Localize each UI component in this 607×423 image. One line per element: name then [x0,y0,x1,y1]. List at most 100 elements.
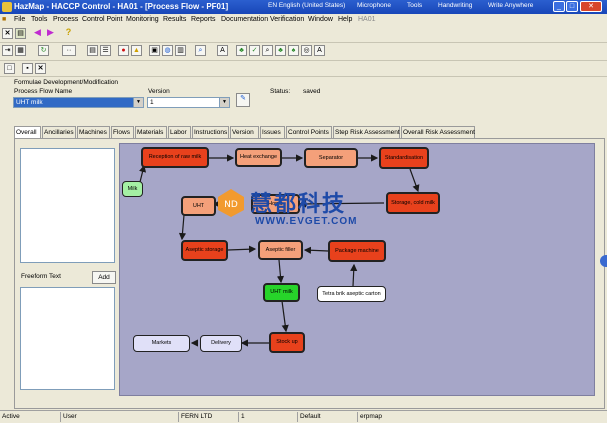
window-title: HazMap - HACCP Control - HA01 - [Process… [14,2,229,11]
status-profile: Default [297,412,358,422]
tab-flows[interactable]: Flows [111,126,134,138]
chevron-down-icon[interactable]: ▼ [219,98,229,107]
search-icon[interactable]: ⌕ [262,45,273,56]
menu-results[interactable]: Results [163,16,186,23]
node-milk[interactable]: Milk [122,181,143,197]
tree-alt-icon[interactable]: ♣ [275,45,286,56]
rotate-icon[interactable]: ↻ [38,45,49,56]
step-icon[interactable]: ⇥ [2,45,13,56]
node-uht[interactable]: UHT [181,196,216,216]
close-doc-icon[interactable]: ✕ [2,28,13,39]
menu-control-point[interactable]: Control Point [82,16,122,23]
handwriting-button[interactable]: Handwriting [438,2,472,12]
status-user: User [60,412,178,422]
node-aseptic-filler[interactable]: Aseptic filler [258,240,303,260]
menu-monitoring[interactable]: Monitoring [126,16,159,23]
node-delivery[interactable]: Delivery [200,335,242,352]
font-icon[interactable]: A [314,45,325,56]
tab-machines[interactable]: Machines [77,126,110,138]
layers-icon[interactable]: ▥ [175,45,186,56]
tab-step-risk-assessment[interactable]: Step Risk Assessment [333,126,400,138]
status-number: 1 [238,412,298,422]
status-bar: Active User FERN LTD 1 Default erpmap [0,410,607,423]
new-file-icon[interactable]: □ [4,63,15,74]
globe-icon[interactable]: ◍ [162,45,173,56]
node-package-machine[interactable]: Package machine [328,240,386,262]
app-icon [2,2,12,12]
language-indicator[interactable]: EN English (United States) [268,2,345,12]
node-aseptic-storage[interactable]: Aseptic storage [181,240,228,261]
menu-process[interactable]: Process [53,16,78,23]
title-bar: HazMap - HACCP Control - HA01 - [Process… [0,0,607,14]
table-icon[interactable]: ▤ [87,45,98,56]
node-heat-exchange[interactable]: Heat exchange [235,148,282,167]
target-icon[interactable]: ◎ [301,45,312,56]
warning-icon[interactable]: ▲ [131,45,142,56]
back-arrow-icon[interactable]: ◀ [32,28,43,39]
microphone-button[interactable]: Microphone [357,2,391,12]
process-flow-canvas[interactable]: Milk Reception of raw milk Heat exchange… [119,143,595,396]
process-flow-select[interactable]: UHT milk ▼ [13,97,144,108]
close-button[interactable]: ✕ [580,1,602,12]
node-storage-cold[interactable]: Storage, cold milk [386,192,440,214]
tab-overall[interactable]: Overall [14,126,41,138]
help-icon[interactable]: ? [63,28,74,39]
node-uht-milk[interactable]: UHT milk [263,283,300,302]
report-icon[interactable]: ▤ [15,28,26,39]
menu-window[interactable]: Window [308,16,333,23]
node-markets[interactable]: Markets [133,335,190,352]
tab-ancillaries[interactable]: Ancillaries [42,126,76,138]
menu-file[interactable]: File [14,16,25,23]
plant-icon[interactable]: ♠ [288,45,299,56]
write-anywhere-button[interactable]: Write Anywhere [488,2,533,12]
document-icon[interactable]: ▣ [149,45,160,56]
close-file-icon[interactable]: ✕ [35,63,46,74]
tab-materials[interactable]: Materials [135,126,167,138]
node-homo[interactable]: Homo [251,194,300,214]
tab-control-points[interactable]: Control Points [286,126,332,138]
freeform-label: Freeform Text [21,273,61,280]
tab-labor[interactable]: Labor [168,126,191,138]
tab-version[interactable]: Version [230,126,259,138]
node-separator[interactable]: Separator [304,148,358,168]
menu-reports[interactable]: Reports [191,16,216,23]
edit-icon[interactable]: ✎ [236,93,250,107]
node-standardisation[interactable]: Standardisation [379,147,429,169]
maximize-button[interactable]: □ [566,1,578,12]
save-icon[interactable]: ▪ [22,63,33,74]
flow-connectors [139,154,420,347]
menu-help[interactable]: Help [338,16,352,23]
menu-documentation[interactable]: Documentation [221,16,268,23]
forward-arrow-icon[interactable]: ▶ [45,28,56,39]
check-icon[interactable]: ✓ [249,45,260,56]
freeform-text-area[interactable] [20,287,115,390]
add-button[interactable]: Add [92,271,116,284]
flow-arrow [139,164,147,183]
version-select[interactable]: 1 ▼ [147,97,230,108]
tree-icon[interactable]: ♣ [236,45,247,56]
menu-tools[interactable]: Tools [31,16,47,23]
status-label: Status: [270,88,291,95]
tab-instructions[interactable]: Instructions [192,126,229,138]
tools-button[interactable]: Tools [407,2,422,12]
stop-icon[interactable]: ● [118,45,129,56]
line-style-icon[interactable]: ·· [62,45,76,56]
menu-ha01: HA01 [358,16,376,23]
chevron-down-icon[interactable]: ▼ [133,98,143,107]
minimize-button[interactable]: _ [553,1,565,12]
node-stock-up[interactable]: Stock up [269,332,305,353]
zoom-icon[interactable]: ⌕ [195,45,206,56]
tab-issues[interactable]: Issues [260,126,285,138]
menu-verification[interactable]: Verification [270,16,304,23]
section-title: Formulae Development/Modification [14,79,119,86]
tab-overall-risk-assessment[interactable]: Overall Risk Assessment [401,126,475,138]
notes-list[interactable] [20,148,115,263]
grid-icon[interactable]: ▦ [15,45,26,56]
text-icon[interactable]: A [217,45,228,56]
menu-app-icon[interactable]: ■ [2,16,6,23]
side-globe-icon[interactable] [600,255,607,267]
form-section: Formulae Development/Modification Proces… [0,77,607,125]
list-icon[interactable]: ☰ [100,45,111,56]
node-tetra-brik[interactable]: Tetra brik aseptic carton [317,286,386,302]
node-reception[interactable]: Reception of raw milk [141,147,209,168]
